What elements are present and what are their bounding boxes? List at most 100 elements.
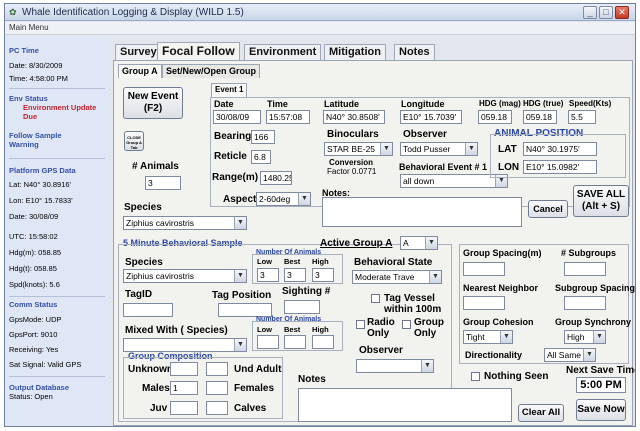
app-icon: ✿ — [9, 7, 17, 17]
range-field[interactable]: 1480.25 — [260, 171, 292, 185]
chevron-down-icon: ▼ — [593, 331, 605, 343]
hdg-true-field[interactable]: 059.18 — [523, 110, 557, 124]
save-all-label: SAVE ALL — [576, 189, 626, 200]
group-only-checkbox[interactable] — [402, 320, 411, 329]
females-field[interactable] — [206, 381, 228, 395]
apos-lon-field[interactable]: E10° 15.0982' — [523, 160, 597, 174]
active-group-dropdown[interactable]: A ▼ — [400, 236, 438, 250]
tab-group-a[interactable]: Group A — [118, 64, 162, 78]
date-field[interactable]: 30/08/09 — [213, 110, 261, 124]
conversion-factor: Factor 0.0771 — [327, 167, 377, 176]
nothing-seen-label: Nothing Seen — [484, 371, 549, 382]
pc-time-heading: PC Time — [9, 46, 39, 55]
bearing-field[interactable]: 166 — [251, 130, 275, 144]
save-now-button[interactable]: Save Now — [576, 399, 626, 421]
best2-label: Best — [284, 325, 301, 334]
high2-field[interactable] — [312, 335, 334, 349]
sighting-field[interactable] — [284, 300, 320, 314]
tagid-field[interactable] — [123, 303, 173, 317]
gps-heading: Platform GPS Data — [9, 166, 76, 175]
close-group-tab-button[interactable]: CLOSE Group A Tab — [124, 131, 144, 151]
sample-observer-dropdown[interactable]: ▼ — [356, 359, 434, 373]
sample-species-dropdown[interactable]: Ziphius cavirostris ▼ — [123, 269, 247, 283]
males-field[interactable]: 1 — [170, 381, 198, 395]
tab-notes[interactable]: Notes — [394, 44, 435, 60]
low2-field[interactable] — [257, 335, 279, 349]
group-cohesion-dropdown[interactable]: Tight ▼ — [463, 330, 513, 344]
observer-value: Todd Pusser — [403, 144, 451, 154]
juv-field[interactable] — [170, 401, 198, 415]
unknown-field[interactable] — [170, 362, 198, 376]
comm-sat-signal: Sat Signal: Valid GPS — [9, 360, 82, 369]
aspect-dropdown[interactable]: 2-60deg ▼ — [256, 192, 311, 206]
minimize-button[interactable]: _ — [583, 6, 597, 19]
sample-notes-field[interactable] — [298, 388, 512, 422]
latitude-field[interactable]: N40° 30.8508' — [323, 110, 385, 124]
behavioral-state-dropdown[interactable]: Moderate Trave ▼ — [352, 270, 442, 284]
group-only-label: Group Only — [414, 317, 444, 339]
longitude-label: Longitude — [401, 99, 445, 109]
binoculars-value: STAR BE-25 — [327, 144, 376, 154]
gps-speed: Spd(knots): 5.6 — [9, 280, 60, 289]
tab-set-new-open-group[interactable]: Set/New/Open Group — [162, 64, 261, 78]
tag-vessel-checkbox[interactable] — [371, 294, 380, 303]
close-button[interactable]: ✕ — [615, 6, 629, 19]
time-field[interactable]: 15:57:08 — [266, 110, 310, 124]
conversion-label: Conversion — [329, 158, 374, 167]
binoculars-dropdown[interactable]: STAR BE-25 ▼ — [324, 142, 393, 156]
high2-label: High — [312, 325, 329, 334]
group-synchrony-dropdown[interactable]: High ▼ — [564, 330, 606, 344]
high-field[interactable]: 3 — [312, 268, 334, 282]
apos-lat-field[interactable]: N40° 30.1975' — [523, 142, 597, 156]
observer-dropdown[interactable]: Todd Pusser ▼ — [400, 142, 478, 156]
tab-mitigation[interactable]: Mitigation — [324, 44, 386, 60]
best-field[interactable]: 3 — [284, 268, 306, 282]
save-all-button[interactable]: SAVE ALL (Alt + S) — [573, 185, 629, 217]
directionality-dropdown[interactable]: All Same ▼ — [544, 348, 596, 362]
tag-position-field[interactable] — [218, 303, 272, 317]
hdg-mag-field[interactable]: 059.18 — [478, 110, 512, 124]
nearest-neighbor-field[interactable] — [463, 296, 505, 310]
mixed-with-dropdown[interactable]: ▼ — [123, 338, 247, 352]
und-adult-label: Und Adult — [234, 364, 282, 375]
new-event-label: New Event — [127, 91, 179, 102]
event-tab[interactable]: Event 1 — [211, 83, 248, 97]
focal-follow-panel: Group A Set/New/Open Group New Event (F2… — [113, 60, 635, 426]
best-label: Best — [284, 257, 301, 266]
tab-environment[interactable]: Environment — [244, 44, 322, 60]
longitude-field[interactable]: E10° 15.7039' — [400, 110, 462, 124]
subgroup-spacing-field[interactable] — [564, 296, 606, 310]
maximize-button[interactable]: □ — [599, 6, 613, 19]
tab-survey[interactable]: Survey — [115, 44, 162, 60]
chevron-down-icon: ▼ — [425, 237, 437, 249]
chevron-down-icon: ▼ — [583, 349, 595, 361]
new-event-button[interactable]: New Event (F2) — [123, 87, 183, 119]
und-adult-field[interactable] — [206, 362, 228, 376]
date-label: Date — [214, 99, 234, 109]
reticle-label: Reticle — [214, 151, 247, 162]
group-cohesion-value: Tight — [466, 332, 485, 342]
best2-field[interactable] — [284, 335, 306, 349]
subgroup-spacing-label: Subgroup Spacing — [555, 283, 635, 293]
event-notes-field[interactable] — [322, 197, 522, 227]
speed-field[interactable]: 5.5 — [568, 110, 596, 124]
group-spacing-field[interactable] — [463, 262, 505, 276]
pc-time: Time: 4:58:00 PM — [9, 74, 68, 83]
tab-focal-follow[interactable]: Focal Follow — [157, 42, 240, 60]
radio-only-label: Radio Only — [367, 317, 395, 339]
cancel-button[interactable]: Cancel — [528, 200, 568, 218]
comm-gps-port: GpsPort: 9010 — [9, 330, 58, 339]
main-menu[interactable]: Main Menu — [9, 23, 49, 32]
follow-sample-warning: Follow Sample Warning — [9, 131, 62, 149]
low-field[interactable]: 3 — [257, 268, 279, 282]
clear-all-button[interactable]: Clear All — [518, 404, 564, 422]
animals-field[interactable]: 3 — [145, 176, 181, 190]
behavioral-state-value: Moderate Trave — [355, 272, 415, 282]
nothing-seen-checkbox[interactable] — [471, 372, 480, 381]
calves-field[interactable] — [206, 401, 228, 415]
reticle-field[interactable]: 6.8 — [251, 150, 271, 164]
radio-only-checkbox[interactable] — [356, 320, 365, 329]
species-dropdown[interactable]: Ziphius cavirostris ▼ — [123, 216, 247, 230]
subgroups-field[interactable] — [564, 262, 606, 276]
time-label: Time — [267, 99, 288, 109]
